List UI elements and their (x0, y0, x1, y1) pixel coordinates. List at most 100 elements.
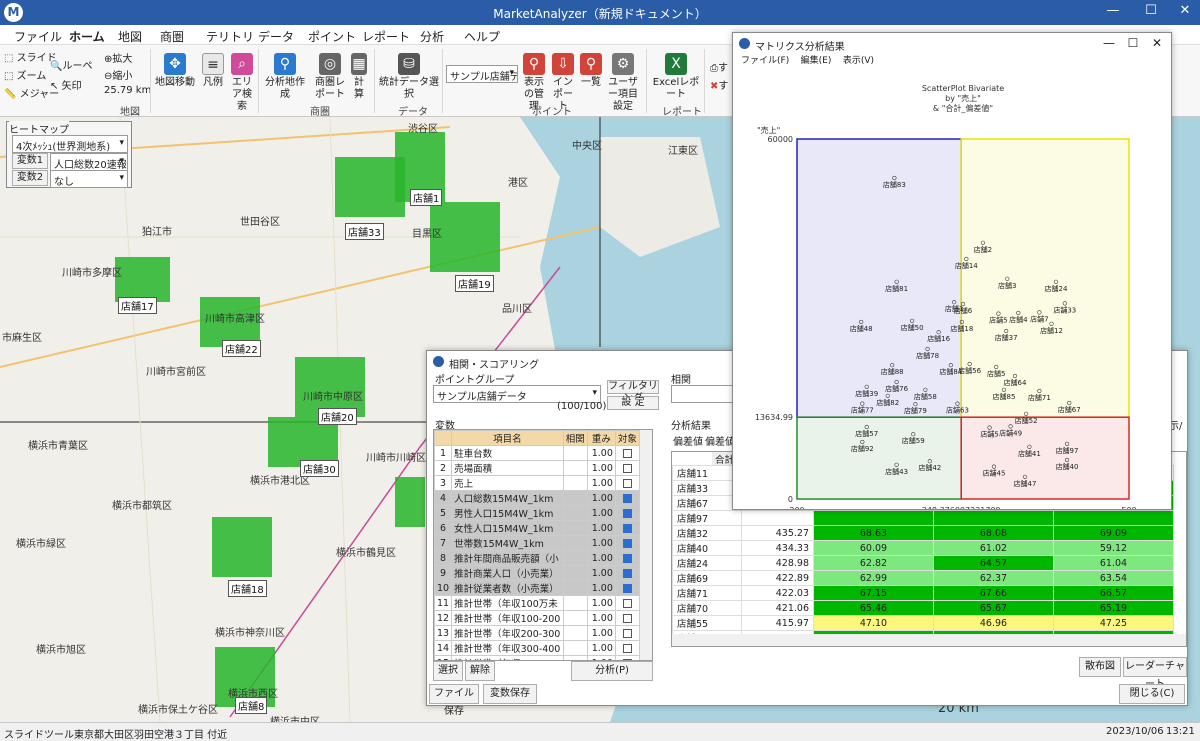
extra-button-1[interactable]: ⎙す (710, 59, 728, 74)
scatter-plot-button[interactable]: 散布図 (1079, 657, 1121, 677)
horizontal-scrollbar[interactable] (672, 634, 1186, 646)
excel-report-button[interactable]: X Excelレポート (650, 53, 702, 101)
menu-territory[interactable]: テリトリ (206, 28, 254, 45)
store-marker[interactable]: 店舗22 (222, 340, 261, 357)
zoom-in-button[interactable]: ⊕拡大 (104, 50, 132, 65)
store-marker[interactable]: 店舗8 (235, 697, 268, 714)
target-checkbox[interactable] (622, 643, 632, 653)
minimize-icon[interactable]: — (1098, 3, 1128, 18)
close-button[interactable]: 閉じる(C) (1119, 684, 1185, 704)
result-row[interactable]: 店舗55 415.97 47.10 46.96 47.25 (672, 615, 1174, 631)
zoom-out-button[interactable]: ⊖縮小 (104, 67, 132, 82)
var1-select[interactable]: 人口総数20速報 (50, 153, 128, 171)
menu-point[interactable]: ポイント (308, 28, 356, 45)
variable-row[interactable]: 9 推計商業人口（小売業） 1.00 (434, 565, 641, 581)
zoom-tool-button[interactable]: ⬚ ズーム (4, 67, 46, 82)
tab-deviation[interactable]: 偏差値 (673, 433, 703, 448)
store-marker[interactable]: 店舗19 (455, 275, 494, 292)
radar-chart-button[interactable]: レーダーチャート (1123, 657, 1187, 690)
store-marker[interactable]: 店舗20 (318, 408, 357, 425)
analysis-create-button[interactable]: ⚲ 分析地作成 (262, 53, 308, 101)
col-target[interactable]: 対象 (614, 430, 641, 446)
menu-area[interactable]: 商圏 (160, 28, 184, 45)
loupe-tool-button[interactable]: 🔍ルーペ (50, 57, 92, 72)
slide-tool-button[interactable]: ⬚ スライド (4, 49, 57, 64)
store-marker[interactable]: 店舗30 (300, 460, 339, 477)
variable-row[interactable]: 8 推計年間商品販売額（小 1.00 (434, 550, 641, 566)
variable-row[interactable]: 2 売場面積 1.00 (434, 460, 641, 476)
result-row[interactable]: 店舗40 434.33 60.09 61.02 59.12 (672, 540, 1174, 556)
store-marker[interactable]: 店舗1 (410, 189, 443, 206)
target-checkbox[interactable] (622, 598, 632, 608)
target-checkbox[interactable] (622, 628, 632, 638)
target-checkbox[interactable] (622, 613, 632, 623)
settings-button[interactable]: 設 定 (607, 396, 659, 410)
variable-row[interactable]: 4 人口総数15M4W_1km 1.00 (434, 490, 641, 506)
target-checkbox[interactable] (622, 508, 632, 518)
target-checkbox[interactable] (622, 583, 632, 593)
result-row[interactable]: 店舗70 421.06 65.46 65.67 65.19 (672, 600, 1174, 616)
user-settings-button[interactable]: ⚙ ユーザー項目設定 (604, 53, 642, 113)
minimize-icon[interactable]: — (1097, 36, 1121, 50)
var1-button[interactable]: 変数1 (12, 153, 48, 169)
var2-button[interactable]: 変数2 (12, 170, 48, 186)
col-weight[interactable]: 重み (586, 430, 616, 446)
target-checkbox[interactable] (622, 448, 632, 458)
variable-row[interactable]: 11 推計世帯（年収100万未 1.00 (434, 595, 641, 611)
variable-row[interactable]: 3 売上 1.00 (434, 475, 641, 491)
sample-store-select[interactable]: サンプル店舗デー (446, 65, 518, 83)
area-report-button[interactable]: ◎ 商圏レポート (312, 53, 348, 101)
store-marker[interactable]: 店舗33 (345, 223, 384, 240)
analyze-button[interactable]: 分析(P) (571, 661, 653, 681)
target-checkbox[interactable] (622, 523, 632, 533)
clear-button[interactable]: 解除 (465, 661, 495, 681)
correlation-box[interactable] (671, 385, 741, 403)
extra-button-2[interactable]: ✖す (710, 77, 728, 92)
list-button[interactable]: ⚲ 一覧 (580, 53, 602, 89)
select-button[interactable]: 選択 (433, 661, 463, 681)
maximize-icon[interactable]: ☐ (1121, 36, 1145, 50)
variable-row[interactable]: 6 女性人口15M4W_1km 1.00 (434, 520, 641, 536)
variable-row[interactable]: 10 推計従業者数（小売業） 1.00 (434, 580, 641, 596)
target-checkbox[interactable] (622, 478, 632, 488)
result-row[interactable]: 店舗97 (672, 510, 1174, 526)
maximize-icon[interactable]: ☐ (1136, 3, 1166, 18)
variable-row[interactable]: 14 推計世帯（年収300-400 1.00 (434, 640, 641, 656)
col-name[interactable]: 項目名 (451, 430, 564, 446)
menu-help[interactable]: ヘルプ (464, 28, 500, 45)
variable-row[interactable]: 13 推計世帯（年収200-300 1.00 (434, 625, 641, 641)
calc-button[interactable]: ▦ 計算 (350, 53, 368, 101)
menu-file[interactable]: ファイル (14, 28, 62, 45)
menu-data[interactable]: データ (258, 28, 294, 45)
variable-row[interactable]: 12 推計世帯（年収100-200 1.00 (434, 610, 641, 626)
variable-row[interactable]: 7 世帯数15M4W_1km 1.00 (434, 535, 641, 551)
area-search-button[interactable]: ⌕ エリア検索 (228, 53, 256, 113)
result-row[interactable]: 店舗32 435.27 68.63 68.08 69.09 (672, 525, 1174, 541)
stats-select-button[interactable]: ⛁ 統計データ選択 (378, 53, 440, 101)
legend-button[interactable]: ≡ 凡例 (198, 53, 228, 89)
target-checkbox[interactable] (622, 538, 632, 548)
file-save-button[interactable]: ファイル保存 (429, 684, 479, 717)
target-checkbox[interactable] (622, 463, 632, 473)
result-row[interactable]: 店舗24 428.98 62.82 64.57 61.04 (672, 555, 1174, 571)
store-marker[interactable]: 店舗17 (118, 297, 157, 314)
target-checkbox[interactable] (622, 568, 632, 578)
result-row[interactable]: 店舗69 422.89 62.99 62.37 63.54 (672, 570, 1174, 586)
mesh-select[interactable]: 4次ﾒｯｼｭ(世界測地系) (12, 135, 128, 153)
vertical-scrollbar[interactable] (640, 430, 652, 660)
arrow-tool-button[interactable]: ↖ 矢印 (50, 77, 82, 92)
store-marker[interactable]: 店舗18 (228, 580, 267, 597)
var2-select[interactable]: なし (50, 170, 128, 188)
filtering-button[interactable]: フィルタリング (607, 380, 659, 404)
scatter-chart[interactable]: ScatterPlot Bivariateby "売上"& "合計_偏差値" "売… (733, 63, 1171, 509)
target-checkbox[interactable] (622, 553, 632, 563)
map-move-button[interactable]: ✥ 地図移動 (154, 53, 196, 89)
close-icon[interactable]: ✕ (1145, 36, 1169, 50)
close-icon[interactable]: ✕ (1170, 3, 1200, 18)
variable-row[interactable]: 1 駐車台数 1.00 (434, 445, 641, 461)
menu-report[interactable]: レポート (362, 28, 410, 45)
menu-analysis[interactable]: 分析 (420, 28, 444, 45)
var-save-button[interactable]: 変数保存 (483, 684, 537, 704)
variable-row[interactable]: 5 男性人口15M4W_1km 1.00 (434, 505, 641, 521)
target-checkbox[interactable] (622, 493, 632, 503)
